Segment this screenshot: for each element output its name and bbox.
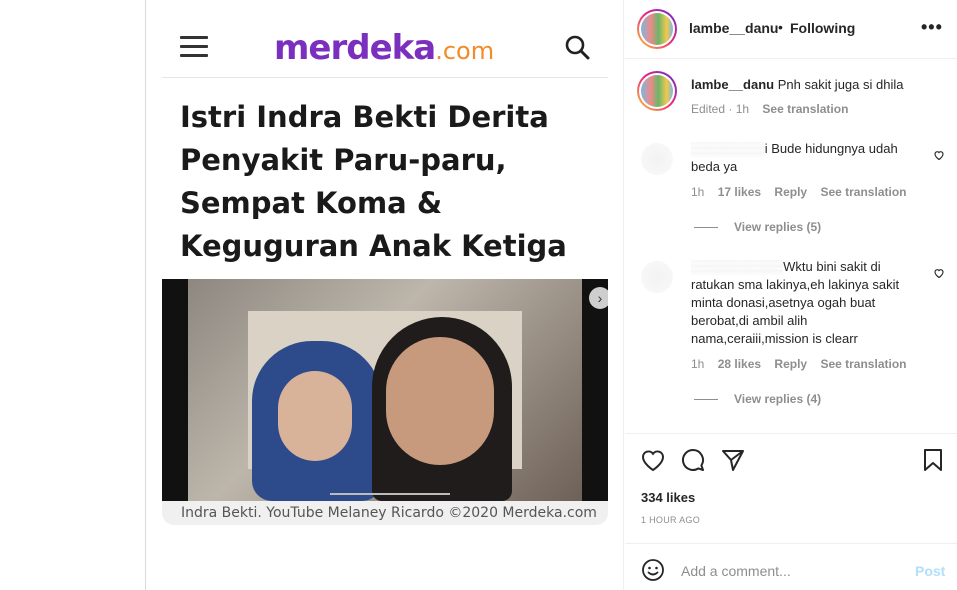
likes-count[interactable]: 334 likes (641, 490, 695, 505)
comment-bubble-icon[interactable] (680, 447, 706, 473)
share-paper-plane-icon[interactable] (720, 447, 746, 473)
comment-line: berobat,di ambil alih (691, 313, 808, 328)
comment-time: 1h (691, 185, 705, 199)
comment-meta: 1h 17 likes Reply See translation (691, 185, 916, 199)
comment-like-heart-icon[interactable] (933, 267, 945, 279)
comment-line: minta donasi,asetnya ogah buat (691, 295, 876, 310)
left-blank-area (0, 0, 146, 590)
article-headline: Istri Indra Bekti Derita Penyakit Paru-p… (180, 96, 600, 268)
photo-woman-face (278, 371, 352, 461)
following-button[interactable]: Following (790, 20, 855, 36)
photo-man-face (386, 337, 494, 465)
merdeka-logo-text: merdeka (274, 28, 436, 68)
headline-line: Istri Indra Bekti Derita (180, 100, 549, 134)
reply-button[interactable]: Reply (774, 185, 807, 199)
avatar[interactable] (637, 71, 677, 111)
caption-username[interactable]: lambe__danu (691, 77, 774, 92)
next-arrow-icon[interactable]: › (589, 287, 608, 309)
avatar[interactable] (637, 9, 677, 49)
comment-text: ▒▒▒▒▒▒▒▒i Bude hidungnya udah beda ya (691, 140, 921, 176)
post-media[interactable]: merdeka.com Istri Indra Bekti Derita Pen… (146, 0, 624, 590)
headline-line: Keguguran Anak Ketiga (180, 229, 567, 263)
comment-line: ratukan sma lakinya,eh lakinya sakit (691, 277, 900, 292)
view-replies-label: View replies (5) (734, 220, 822, 234)
view-replies-label: View replies (4) (734, 392, 822, 406)
comment-text: ▒▒▒▒▒▒▒▒▒▒Wktu bini sakit di ratukan sma… (691, 258, 941, 348)
header-username[interactable]: lambe__danu (689, 20, 778, 36)
reply-button[interactable]: Reply (774, 357, 807, 371)
comment-username[interactable]: ▒▒▒▒▒▒▒▒ (691, 141, 765, 156)
caption-text: Pnh sakit juga si dhila (777, 77, 904, 92)
article-photo: › (162, 279, 608, 501)
see-translation-link[interactable]: See translation (820, 185, 906, 199)
emoji-smiley-icon[interactable] (641, 558, 665, 582)
avatar[interactable] (641, 261, 673, 293)
view-replies-button[interactable]: View replies (5) (694, 220, 821, 234)
headline-line: Penyakit Paru-paru, (180, 143, 507, 177)
photo-caption: Indra Bekti. YouTube Melaney Ricardo ©20… (181, 505, 597, 521)
post-side-panel: lambe__danu • Following ••• lambe__danu … (625, 0, 957, 590)
comment-time: 1h (691, 357, 705, 371)
caption-meta: Edited · 1h See translation (691, 102, 858, 116)
comment-line: nama,ceraiii,mission is clearr (691, 331, 858, 346)
video-progress-bar (330, 493, 450, 495)
comment-line: beda ya (691, 159, 738, 174)
headline-line: Sempat Koma & (180, 186, 443, 220)
more-options-icon[interactable]: ••• (921, 17, 943, 38)
post-time-ago: 1 HOUR AGO (641, 515, 701, 525)
avatar[interactable] (641, 143, 673, 175)
add-comment-bar: Add a comment... Post (625, 543, 957, 590)
merdeka-logo-tld: .com (435, 37, 495, 65)
hamburger-menu-icon (180, 36, 208, 58)
post-actions: 334 likes 1 HOUR AGO (625, 433, 957, 543)
see-translation-link[interactable]: See translation (762, 102, 848, 116)
see-translation-link[interactable]: See translation (820, 357, 906, 371)
comment-like-heart-icon[interactable] (933, 149, 945, 161)
comment-username[interactable]: ▒▒▒▒▒▒▒▒▒▒ (691, 259, 783, 274)
add-comment-input[interactable]: Add a comment... (681, 563, 791, 579)
caption-edited-time: Edited · 1h (691, 102, 750, 116)
view-replies-button[interactable]: View replies (4) (694, 392, 821, 406)
merdeka-logo: merdeka.com (274, 28, 494, 68)
search-icon (565, 35, 590, 60)
comment-likes[interactable]: 28 likes (718, 357, 761, 371)
photo-caption-bar: Indra Bekti. YouTube Melaney Ricardo ©20… (162, 501, 608, 525)
post-header: lambe__danu • Following ••• (625, 0, 957, 59)
follow-separator: • (778, 19, 783, 35)
post-comment-button[interactable]: Post (915, 563, 945, 579)
comment-meta: 1h 28 likes Reply See translation (691, 357, 916, 371)
comment-line: i Bude hidungnya udah (764, 141, 898, 156)
caption-text-block: lambe__danu Pnh sakit juga si dhila (691, 76, 941, 94)
merdeka-header: merdeka.com (162, 22, 608, 78)
comment-likes[interactable]: 17 likes (718, 185, 761, 199)
save-bookmark-icon[interactable] (920, 447, 946, 473)
like-heart-icon[interactable] (640, 447, 666, 473)
comment-line: Wktu bini sakit di (783, 259, 881, 274)
